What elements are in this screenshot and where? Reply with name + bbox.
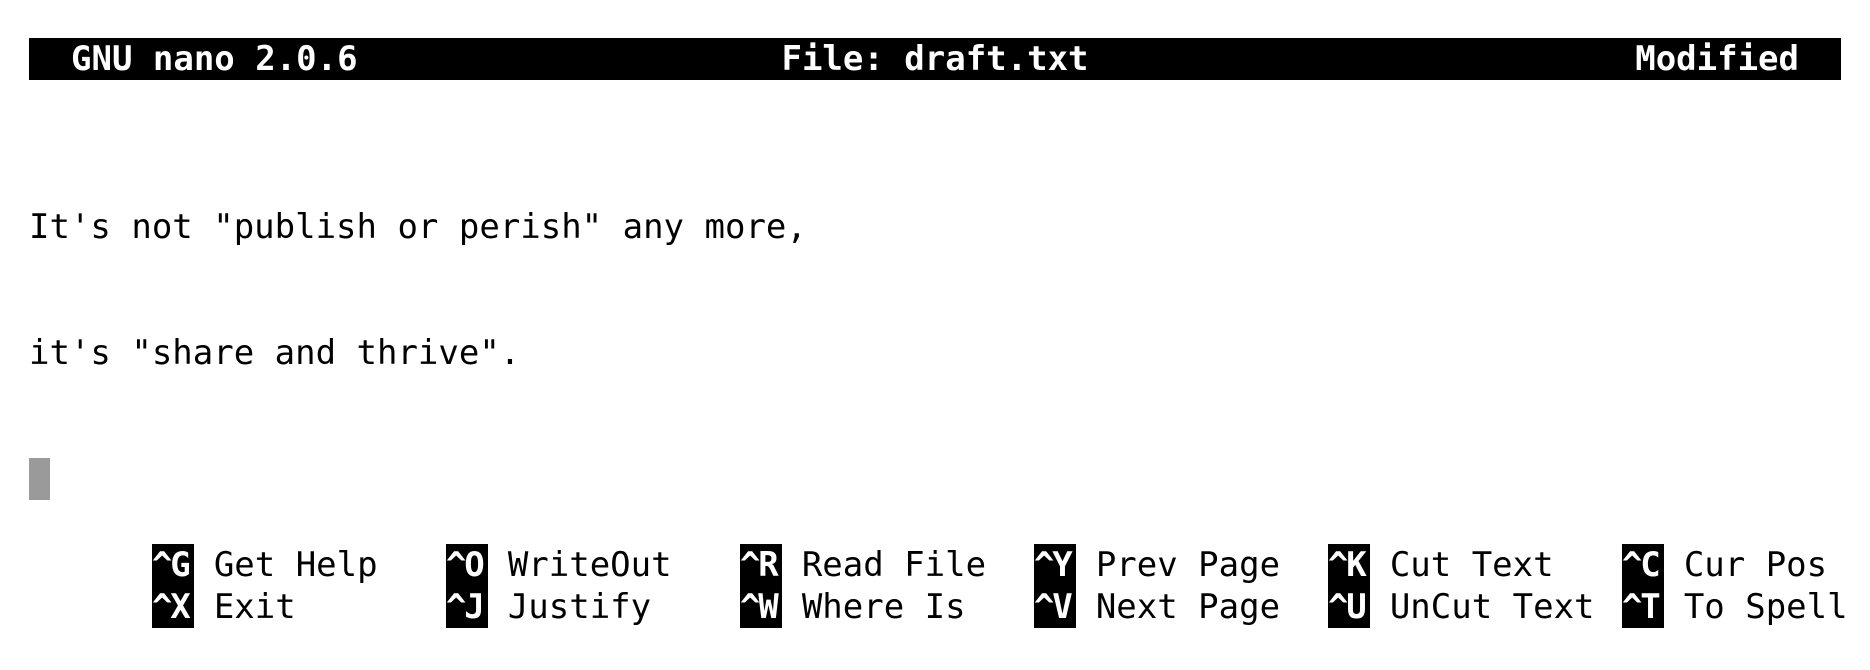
title-bar: GNU nano 2.0.6 File: draft.txt Modified: [29, 38, 1841, 80]
text-line[interactable]: It's not "publish or perish" any more,: [29, 206, 1841, 248]
file-name: File: draft.txt: [781, 39, 1089, 79]
shortcut-cur-pos[interactable]: ^C Cur Pos: [1499, 502, 1827, 586]
shortcut-exit[interactable]: ^X Exit: [29, 544, 296, 628]
shortcut-bar: ^G Get Help ^O WriteOut ^R Read File ^Y Prev…: [29, 502, 1848, 628]
shortcut-to-spell[interactable]: ^T To Spell: [1499, 544, 1848, 628]
text-cursor: [29, 458, 50, 500]
text-line[interactable]: it's "share and thrive".: [29, 332, 1841, 374]
modified-status: Modified: [1635, 39, 1799, 79]
shortcut-justify[interactable]: ^J Justify: [323, 544, 651, 628]
text-editor-area[interactable]: It's not "publish or perish" any more, i…: [29, 122, 1841, 500]
nano-terminal: GNU nano 2.0.6 File: draft.txt Modified …: [29, 38, 1848, 628]
cursor-line[interactable]: [29, 458, 1841, 500]
